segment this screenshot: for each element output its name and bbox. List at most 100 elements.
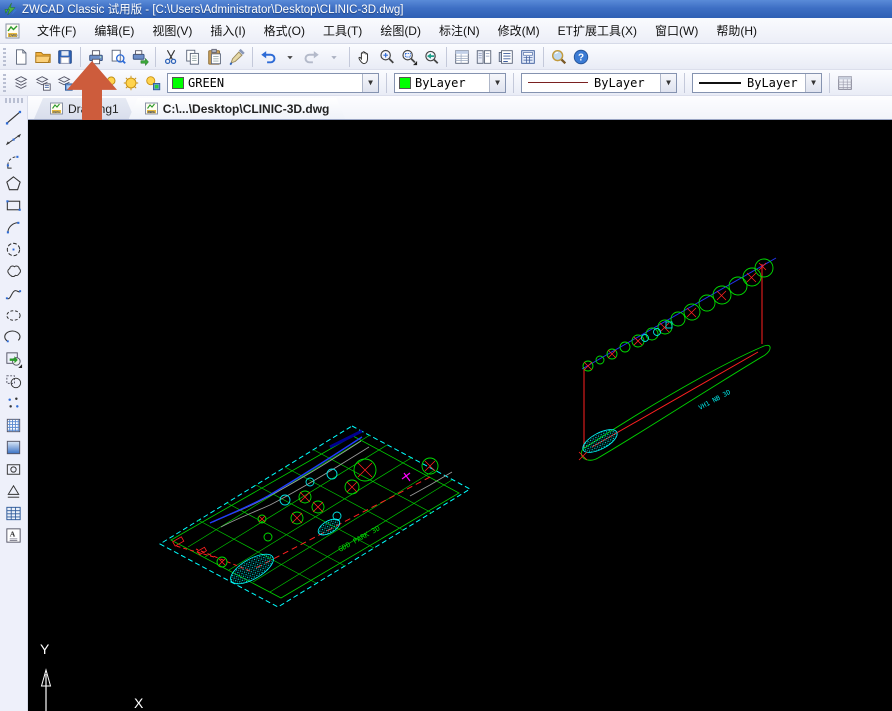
undo-dropdown[interactable] [279,46,301,68]
save-button[interactable] [54,46,76,68]
revision-cloud-button[interactable] [2,260,26,282]
color-select-arrow[interactable]: ▼ [489,74,505,92]
layer-select[interactable]: GREEN ▼ [167,73,379,93]
menu-insert[interactable]: 插入(I) [201,18,254,43]
spline-button[interactable] [2,282,26,304]
toolbar-separator [80,47,81,67]
zoom-previous-button[interactable] [420,46,442,68]
quick-calculator-button[interactable] [517,46,539,68]
menu-help[interactable]: 帮助(H) [707,18,766,43]
layer-previous-button[interactable] [120,72,142,94]
make-block-icon [4,372,23,391]
insert-block-button[interactable] [2,348,26,370]
polyline-icon [4,152,23,171]
table-icon [836,74,854,92]
gradient-button[interactable] [2,436,26,458]
zoom-window-button[interactable] [398,46,420,68]
linetype-select-arrow[interactable]: ▼ [660,74,676,92]
toolbar-grip[interactable] [5,98,23,103]
print-icon [87,48,105,66]
toolbar-separator [349,47,350,67]
ellipse-arc-button[interactable] [2,326,26,348]
layer-match-button[interactable] [142,72,164,94]
profile-text-label: VH1 NB 3D [697,388,732,412]
circle-button[interactable] [2,238,26,260]
menu-file[interactable]: 文件(F) [28,18,85,43]
menu-express-tools[interactable]: ET扩展工具(X) [549,18,646,43]
menu-tools[interactable]: 工具(T) [314,18,371,43]
point-button[interactable] [2,392,26,414]
svg-text:?: ? [578,52,584,63]
make-block-button[interactable] [2,370,26,392]
format-painter-button[interactable] [226,46,248,68]
tool-palettes-button[interactable] [495,46,517,68]
menu-dimension[interactable]: 标注(N) [430,18,489,43]
menu-format[interactable]: 格式(O) [255,18,314,43]
cad-scene: GDD PARK 3D [28,120,892,711]
ellipse-button[interactable] [2,304,26,326]
toolbar-grip[interactable] [2,48,7,66]
print-preview-button[interactable] [107,46,129,68]
design-center-button[interactable] [473,46,495,68]
open-folder-icon [34,48,52,66]
find-button[interactable] [548,46,570,68]
open-file-button[interactable] [32,46,54,68]
drawing-viewport[interactable]: GDD PARK 3D [28,120,892,711]
multiline-text-button[interactable]: A [2,524,26,546]
profile-elevation-drawing: VH1 NB 3D [579,258,776,460]
line-button[interactable] [2,106,26,128]
help-button[interactable]: ? [570,46,592,68]
menu-draw[interactable]: 绘图(D) [371,18,430,43]
construction-line-button[interactable] [2,128,26,150]
lineweight-select[interactable]: ByLayer ▼ [692,73,822,93]
table-settings-button[interactable] [834,72,856,94]
pan-button[interactable] [354,46,376,68]
region-icon [4,460,23,479]
paste-icon [206,48,224,66]
lineweight-swatch [699,82,741,84]
arc-button[interactable] [2,216,26,238]
rectangle-button[interactable] [2,194,26,216]
copy-button[interactable] [182,46,204,68]
lineweight-select-arrow[interactable]: ▼ [805,74,821,92]
layer-states-manager-button[interactable] [32,72,54,94]
toolbar-grip[interactable] [2,74,7,92]
point-icon [4,394,23,413]
color-select[interactable]: ByLayer ▼ [394,73,506,93]
redo-button[interactable] [301,46,323,68]
insert-block-icon [4,350,23,369]
zoom-previous-icon [422,48,440,66]
menu-view[interactable]: 视图(V) [143,18,201,43]
cut-button[interactable] [160,46,182,68]
tool-palettes-icon [497,48,515,66]
design-center-icon [475,48,493,66]
menu-bar: DWG 文件(F) 编辑(E) 视图(V) 插入(I) 格式(O) 工具(T) … [0,18,892,44]
wipeout-button[interactable] [2,480,26,502]
print-button[interactable] [85,46,107,68]
undo-button[interactable] [257,46,279,68]
wipeout-icon [4,482,23,501]
properties-palette-button[interactable] [451,46,473,68]
paste-button[interactable] [204,46,226,68]
new-file-button[interactable] [10,46,32,68]
layer-select-arrow[interactable]: ▼ [362,74,378,92]
table-button[interactable] [2,502,26,524]
linetype-select[interactable]: ByLayer ▼ [521,73,677,93]
zoom-realtime-button[interactable] [376,46,398,68]
hatch-button[interactable] [2,414,26,436]
eprint-publish-button[interactable] [129,46,151,68]
layer-translator-button[interactable] [54,72,76,94]
layer-properties-manager-button[interactable] [10,72,32,94]
linetype-select-value: ByLayer [594,76,660,90]
menu-edit[interactable]: 编辑(E) [85,18,143,43]
menu-window[interactable]: 窗口(W) [646,18,707,43]
menu-modify[interactable]: 修改(M) [489,18,549,43]
toolbar-separator [386,73,387,93]
polyline-button[interactable] [2,150,26,172]
region-button[interactable] [2,458,26,480]
linetype-swatch [528,82,588,83]
tab-clinic-3d[interactable]: DWG C:\...\Desktop\CLINIC-3D.dwg [129,98,346,119]
redo-dropdown[interactable] [323,46,345,68]
polygon-button[interactable] [2,172,26,194]
gradient-icon [4,438,23,457]
